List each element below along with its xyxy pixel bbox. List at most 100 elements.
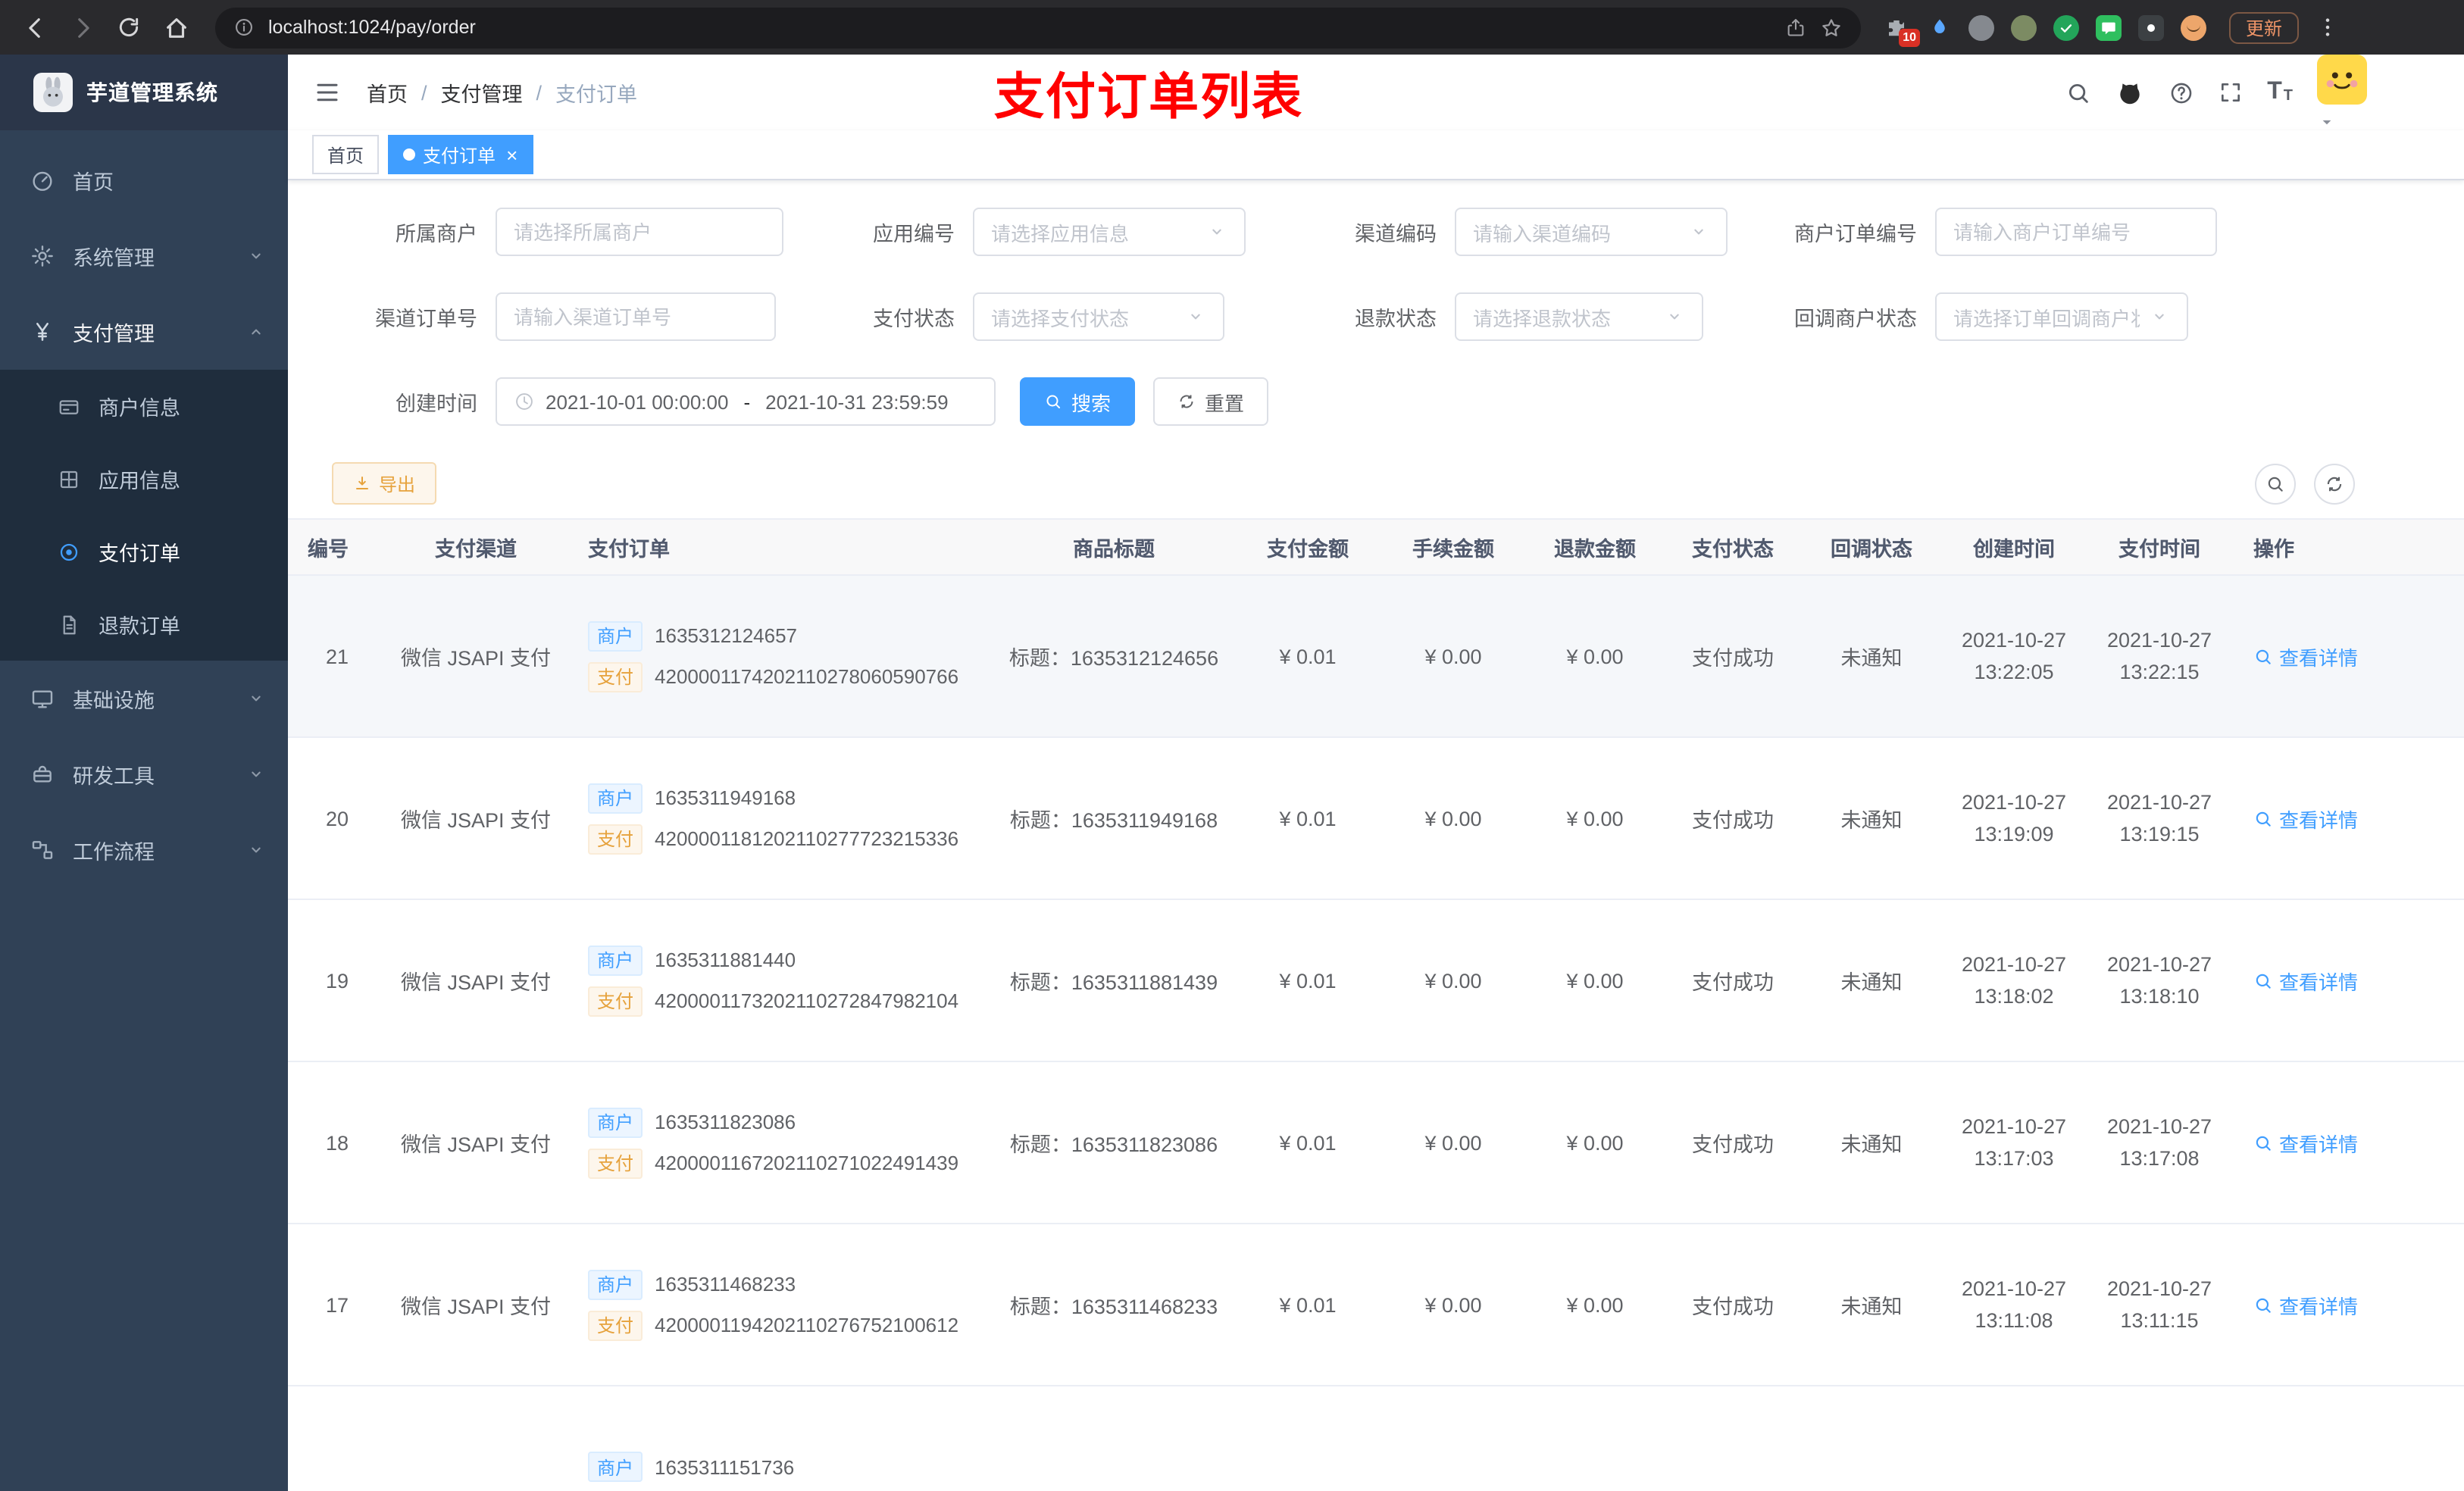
close-tab-icon[interactable]: × [506, 145, 518, 164]
search-button[interactable]: 搜索 [1020, 377, 1136, 426]
merchant-input[interactable] [496, 208, 783, 256]
channel-order-no-input[interactable] [496, 292, 776, 341]
search-icon [2253, 971, 2273, 990]
filter-merchant: 所属商户 [332, 208, 809, 256]
cell-refund: ¥ 0.00 [1526, 1061, 1664, 1224]
sidebar-toggle-icon[interactable] [309, 74, 346, 111]
search-icon [2265, 474, 2285, 493]
sidebar-item-system[interactable]: 系统管理 [0, 218, 288, 294]
pay-order-no: 4200001194202110276752100612 [655, 1314, 959, 1336]
avatar-image [2317, 54, 2367, 104]
merchant-order-no-input[interactable] [1935, 208, 2217, 256]
extension-face-icon[interactable] [2181, 14, 2206, 40]
grid-icon [58, 467, 80, 490]
extension-pin-icon[interactable] [2138, 14, 2164, 40]
extension-check-icon[interactable] [2053, 14, 2079, 40]
extension-chat-icon[interactable] [2096, 14, 2122, 40]
view-detail-link[interactable]: 查看详情 [2253, 966, 2358, 995]
extension-icon[interactable] [2011, 14, 2037, 40]
chevron-down-icon [1206, 221, 1227, 242]
user-avatar[interactable] [2317, 54, 2367, 131]
cell-status: 支付成功 [1664, 899, 1802, 1062]
reset-button[interactable]: 重置 [1153, 377, 1269, 426]
refresh-table-button[interactable] [2314, 463, 2355, 504]
sidebar-item-pay-order[interactable]: 支付订单 [0, 515, 288, 588]
browser-reload-button[interactable] [109, 8, 149, 47]
browser-forward-button[interactable] [62, 8, 102, 47]
filter-label: 所属商户 [396, 223, 477, 245]
view-detail-link[interactable]: 查看详情 [2253, 1128, 2358, 1157]
sidebar-item-workflow[interactable]: 工作流程 [0, 812, 288, 888]
browser-menu-icon[interactable] [2315, 15, 2340, 39]
sidebar-item-infrastructure[interactable]: 基础设施 [0, 661, 288, 736]
tab-home[interactable]: 首页 [312, 135, 380, 174]
bookmark-star-icon[interactable] [1820, 16, 1843, 39]
notify-status-select[interactable]: 请选择订单回调商户状态 [1935, 292, 2188, 341]
browser-home-button[interactable] [156, 8, 195, 47]
fullscreen-icon[interactable] [2219, 80, 2243, 105]
view-detail-link[interactable]: 查看详情 [2253, 1290, 2358, 1319]
filter-label: 应用编号 [873, 223, 955, 245]
extension-icon[interactable] [1968, 14, 1994, 40]
pay-order-no: 4200001174202110278060590766 [655, 665, 959, 688]
col-channel: 支付渠道 [373, 518, 579, 576]
help-icon[interactable] [2169, 80, 2194, 105]
export-button[interactable]: 导出 [332, 462, 437, 505]
date-end[interactable]: 2021-10-31 23:59:59 [765, 390, 948, 413]
select-placeholder: 请选择退款状态 [1473, 307, 1612, 330]
tab-pay-order[interactable]: 支付订单 × [388, 135, 533, 174]
cell-amount: ¥ 0.01 [1235, 575, 1381, 738]
table-row[interactable]: 20 微信 JSAPI 支付 商户 1635311949168 支付 4200001… [288, 737, 2464, 900]
site-info-icon[interactable] [233, 17, 255, 38]
extension-puzzle-icon[interactable]: 10 [1884, 14, 1920, 46]
sidebar-item-label: 基础设施 [73, 689, 155, 712]
view-detail-link[interactable]: 查看详情 [2253, 642, 2358, 670]
chevron-down-icon [245, 764, 267, 785]
font-size-icon[interactable]: TT [2267, 80, 2293, 105]
table-row[interactable]: 19 微信 JSAPI 支付 商户 1635311881440 支付 4200001… [288, 899, 2464, 1062]
header-search-icon[interactable] [2065, 80, 2091, 105]
chevron-down-icon [2149, 306, 2170, 327]
sidebar-item-label: 退款订单 [98, 615, 180, 638]
toggle-search-button[interactable] [2255, 463, 2296, 504]
cell-create-time: 2021-10-27 13:22:05 [1941, 575, 2087, 738]
sidebar-item-refund-order[interactable]: 退款订单 [0, 588, 288, 661]
filter-label: 创建时间 [396, 392, 477, 415]
cell-refund: ¥ 0.00 [1526, 899, 1664, 1062]
breadcrumb-payment[interactable]: 支付管理 [441, 77, 523, 108]
sidebar-item-dev-tools[interactable]: 研发工具 [0, 736, 288, 812]
browser-back-button[interactable] [15, 8, 55, 47]
document-icon [58, 613, 80, 636]
table-row[interactable]: 21 微信 JSAPI 支付 商户 1635312124657 支付 4200001… [288, 575, 2464, 738]
cell-id: 20 [288, 737, 373, 900]
url-text[interactable]: localhost:1024/pay/order [268, 17, 476, 38]
cell-title: 标题：1635311881439 [993, 899, 1235, 1062]
table-row[interactable]: 17 微信 JSAPI 支付 商户 1635311468233 支付 4200001… [288, 1224, 2464, 1386]
sidebar-item-merchant-info[interactable]: 商户信息 [0, 370, 288, 442]
refund-status-select[interactable]: 请选择退款状态 [1455, 292, 1703, 341]
sidebar-item-home[interactable]: 首页 [0, 142, 288, 218]
sidebar-item-payment[interactable]: 支付管理 [0, 294, 288, 370]
workflow-icon [30, 838, 55, 862]
create-time-range-picker[interactable]: 2021-10-01 00:00:00 - 2021-10-31 23:59:5… [496, 377, 996, 426]
github-icon[interactable] [2115, 78, 2144, 107]
browser-update-button[interactable]: 更新 [2229, 11, 2300, 43]
date-start[interactable]: 2021-10-01 00:00:00 [546, 390, 728, 413]
extension-drop-icon[interactable] [1926, 14, 1952, 40]
breadcrumb-home[interactable]: 首页 [367, 77, 408, 108]
cell-id [288, 1386, 373, 1491]
view-detail-link[interactable]: 查看详情 [2253, 804, 2358, 833]
table-row-partial[interactable]: 商户 1635311151736 [288, 1386, 2464, 1491]
pay-status-select[interactable]: 请选择支付状态 [973, 292, 1224, 341]
channel-code-select[interactable]: 请输入渠道编码 [1455, 208, 1728, 256]
table-row[interactable]: 18 微信 JSAPI 支付 商户 1635311823086 支付 4200001… [288, 1061, 2464, 1224]
app-id-select[interactable]: 请选择应用信息 [973, 208, 1246, 256]
share-icon[interactable] [1785, 17, 1806, 38]
sidebar-item-app-info[interactable]: 应用信息 [0, 442, 288, 515]
col-pay-order: 支付订单 [579, 518, 993, 576]
address-bar[interactable]: localhost:1024/pay/order [215, 7, 1861, 48]
gear-icon [30, 244, 55, 268]
app-logo[interactable]: 芋道管理系统 [0, 55, 288, 130]
pay-tag: 支付 [588, 661, 643, 692]
cell-create-time: 2021-10-27 13:19:09 [1941, 737, 2087, 900]
